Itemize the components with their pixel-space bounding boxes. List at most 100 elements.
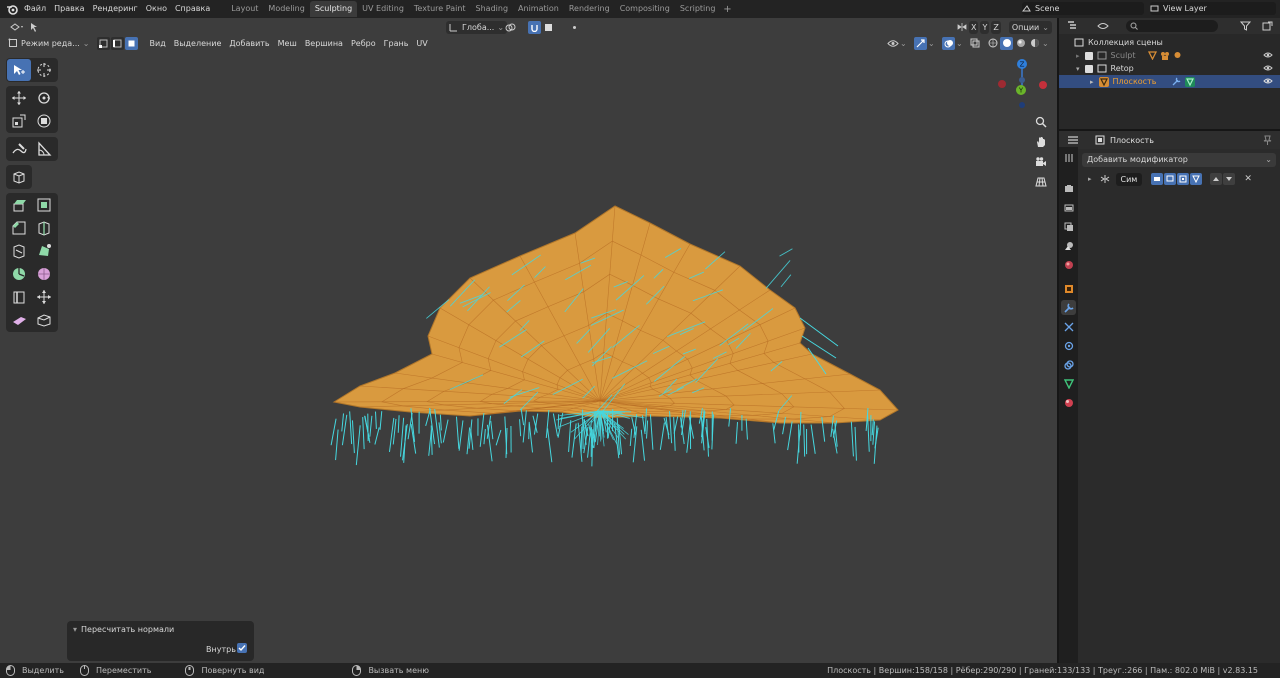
tab-rendering[interactable]: Rendering — [564, 1, 615, 17]
snap-icon[interactable] — [528, 20, 541, 34]
operator-title[interactable]: ▾ Пересчитать нормали — [73, 625, 174, 634]
checkbox-icon[interactable] — [1084, 51, 1093, 60]
scale-tool[interactable] — [7, 110, 31, 132]
shear-tool[interactable] — [7, 309, 31, 331]
edge-slide-tool[interactable] — [7, 286, 31, 308]
spin-tool[interactable] — [7, 263, 31, 285]
checkbox-icon[interactable] — [1084, 64, 1093, 73]
outliner-item-plane[interactable]: ▸ Плоскость — [1059, 75, 1280, 88]
expand-arrow-icon[interactable]: ▸ — [1076, 52, 1080, 60]
options-dropdown[interactable]: Опции ⌄ — [1008, 20, 1052, 34]
xray-icon[interactable] — [968, 37, 981, 50]
tab-constraints[interactable] — [1061, 357, 1076, 372]
menu-face[interactable]: Грань — [380, 39, 413, 48]
move-tool[interactable] — [7, 87, 31, 109]
measure-tool[interactable] — [32, 138, 56, 160]
camera-view-button[interactable] — [1033, 154, 1049, 170]
move-down-icon[interactable] — [1223, 173, 1236, 185]
tab-world[interactable] — [1061, 257, 1076, 272]
tab-modeling[interactable]: Modeling — [263, 1, 309, 17]
tab-view-layer[interactable] — [1061, 219, 1076, 234]
outliner-item-retop[interactable]: ▾ Retop — [1059, 62, 1280, 75]
modifier-name-field[interactable]: Сим — [1115, 172, 1143, 186]
tab-compositing[interactable]: Compositing — [615, 1, 675, 17]
mesh-plane[interactable] — [0, 18, 1057, 663]
rip-region-tool[interactable] — [32, 309, 56, 331]
transform-pivot-icon[interactable] — [29, 21, 42, 34]
vertex-select-icon[interactable] — [96, 36, 110, 50]
poly-build-tool[interactable] — [32, 240, 56, 262]
transform-tool[interactable] — [32, 110, 56, 132]
overlays-icon[interactable] — [942, 36, 955, 50]
edge-select-icon[interactable] — [110, 36, 124, 50]
realtime-display-icon[interactable] — [1164, 173, 1177, 185]
visibility-icon[interactable] — [1263, 64, 1273, 74]
rotate-tool[interactable] — [32, 87, 56, 109]
mirror-icon[interactable] — [955, 21, 968, 34]
tab-layout[interactable]: Layout — [226, 1, 263, 17]
menu-view[interactable]: Вид — [146, 39, 170, 48]
menu-window[interactable]: Окно — [142, 0, 171, 18]
filter-button[interactable] — [1240, 21, 1251, 31]
menu-uv[interactable]: UV — [412, 39, 431, 48]
expand-arrow-icon[interactable]: ▸ — [1090, 78, 1094, 86]
menu-help[interactable]: Справка — [171, 0, 214, 18]
render-toggle-icon[interactable] — [1177, 173, 1190, 185]
add-modifier-dropdown[interactable]: Добавить модификатор ⌄ — [1082, 153, 1276, 167]
pan-view-button[interactable] — [1033, 134, 1049, 150]
tab-object[interactable] — [1061, 281, 1076, 296]
pin-button[interactable] — [1263, 135, 1272, 145]
tab-mesh-data[interactable] — [1061, 376, 1076, 391]
tab-material[interactable] — [1061, 395, 1076, 410]
wireframe-shading-icon[interactable] — [986, 37, 999, 50]
tab-output[interactable] — [1061, 200, 1076, 215]
tab-render[interactable] — [1061, 181, 1076, 196]
navigation-gizmo[interactable]: Z Y — [995, 58, 1055, 118]
material-shading-icon[interactable] — [1014, 37, 1027, 50]
shrink-fatten-tool[interactable] — [32, 286, 56, 308]
bevel-tool[interactable] — [7, 217, 31, 239]
menu-render[interactable]: Рендеринг — [89, 0, 142, 18]
tab-particles[interactable] — [1061, 319, 1076, 334]
visibility-icon[interactable] — [886, 37, 899, 50]
outliner-search-input[interactable] — [1126, 20, 1218, 32]
tab-sculpting[interactable]: Sculpting — [309, 1, 358, 17]
tab-modifiers[interactable] — [1061, 300, 1076, 315]
gizmo-toggle-icon[interactable] — [914, 36, 927, 50]
tab-tool[interactable] — [1061, 150, 1076, 165]
mirror-z-toggle[interactable]: Z — [991, 20, 1001, 34]
gizmo-neg-y-axis-icon[interactable] — [1019, 102, 1025, 108]
last-operator-panel[interactable]: ▾ Пересчитать нормали Внутрь — [67, 621, 254, 661]
tab-texture-paint[interactable]: Texture Paint — [409, 1, 471, 17]
visibility-icon[interactable] — [1263, 77, 1273, 87]
ortho-toggle-button[interactable] — [1033, 174, 1049, 190]
mode-dropdown[interactable]: Режим реда... ⌄ — [20, 37, 93, 50]
scene-selector[interactable]: Scene — [1022, 2, 1144, 15]
tab-uv-editing[interactable]: UV Editing — [357, 1, 409, 17]
outliner-scene-collection[interactable]: Коллекция сцены — [1059, 36, 1280, 49]
visibility-icon[interactable] — [1263, 51, 1273, 61]
tab-physics[interactable] — [1061, 338, 1076, 353]
orientation-dropdown[interactable]: Глоба... ⌄ — [446, 20, 508, 34]
inside-checkbox[interactable] — [237, 643, 247, 653]
on-cage-icon[interactable] — [1151, 173, 1164, 185]
view-layer-selector[interactable]: View Layer — [1150, 2, 1276, 15]
edit-mode-toggle-icon[interactable] — [1190, 173, 1203, 185]
expand-arrow-icon[interactable]: ▸ — [1088, 175, 1092, 183]
pivot-point-icon[interactable] — [504, 21, 517, 34]
outliner-item-sculpt[interactable]: ▸ Sculpt — [1059, 49, 1280, 62]
3d-viewport[interactable]: Глоба... ⌄ X Y Z Опции ⌄ Режим реда... ⌄… — [0, 18, 1057, 663]
menu-edit[interactable]: Правка — [50, 0, 88, 18]
menu-file[interactable]: Файл — [20, 0, 50, 18]
blender-logo-icon[interactable] — [4, 2, 20, 16]
tab-scene[interactable] — [1061, 238, 1076, 253]
tab-shading[interactable]: Shading — [471, 1, 514, 17]
move-up-icon[interactable] — [1210, 173, 1223, 185]
menu-add[interactable]: Добавить — [225, 39, 273, 48]
select-box-tool[interactable] — [7, 59, 31, 81]
face-select-icon[interactable] — [124, 36, 138, 50]
gizmo-neg-x-axis-icon[interactable] — [998, 80, 1006, 88]
editor-type-icon[interactable] — [6, 21, 28, 34]
extrude-tool[interactable] — [7, 194, 31, 216]
solid-shading-icon[interactable] — [1000, 36, 1013, 50]
